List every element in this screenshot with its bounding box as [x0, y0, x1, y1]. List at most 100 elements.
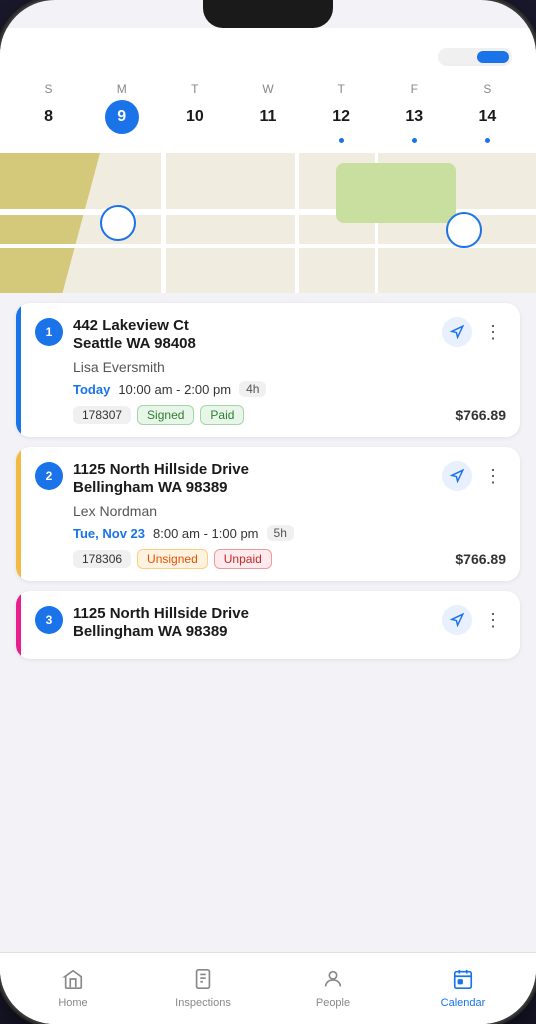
day-number: 14: [470, 100, 504, 134]
duration-badge: 5h: [267, 525, 294, 541]
day-event-dot: [485, 138, 490, 143]
day-item-12[interactable]: T 12: [319, 82, 363, 143]
map-pin-1[interactable]: [100, 205, 136, 241]
time-row: Tue, Nov 23 8:00 am - 1:00 pm 5h: [73, 525, 506, 541]
header: [0, 28, 536, 78]
day-item-14[interactable]: S 14: [465, 82, 509, 143]
phone-screen: S8M9T10W11T12F13S14 1442 Lakeview CtSeat…: [0, 0, 536, 1024]
address-group: 1 442 Lakeview CtSeattle WA 98408: [35, 317, 442, 353]
card-header-row: 3 1125 North Hillside DriveBellingham WA …: [35, 605, 506, 641]
agenda-toggle-button[interactable]: [477, 51, 509, 63]
day-item-11[interactable]: W11: [246, 82, 290, 143]
time-range: 10:00 am - 2:00 pm: [118, 382, 231, 397]
map-background: [0, 153, 536, 293]
navigate-button[interactable]: [442, 605, 472, 635]
nav-item-calendar[interactable]: Calendar: [433, 968, 493, 1009]
inspections-nav-label: Inspections: [175, 997, 231, 1009]
nav-item-inspections[interactable]: Inspections: [173, 968, 233, 1009]
badges-left: 178307 Signed Paid: [73, 405, 244, 425]
day-event-dot: [412, 138, 417, 143]
people-nav-icon: [322, 968, 344, 994]
navigate-button[interactable]: [442, 317, 472, 347]
home-nav-label: Home: [58, 997, 87, 1009]
day-item-10[interactable]: T 10: [173, 82, 217, 143]
screen-content: S8M9T10W11T12F13S14 1442 Lakeview CtSeat…: [0, 28, 536, 1024]
day-letter: S: [483, 82, 491, 96]
calendar-nav-label: Calendar: [441, 997, 486, 1009]
inspection-card[interactable]: 2 1125 North Hillside DriveBellingham WA …: [16, 447, 520, 581]
inspection-card[interactable]: 3 1125 North Hillside DriveBellingham WA …: [16, 591, 520, 659]
badges-row: 178307 Signed Paid $766.89: [73, 405, 506, 425]
people-nav-label: People: [316, 997, 350, 1009]
map-pin-2[interactable]: [446, 212, 482, 248]
address-line2: Seattle WA 98408: [73, 335, 442, 353]
day-letter: S: [45, 82, 53, 96]
view-toggle: [438, 48, 512, 66]
day-event-dot: [339, 138, 344, 143]
phone-shell: S8M9T10W11T12F13S14 1442 Lakeview CtSeat…: [0, 0, 536, 1024]
card-address: 1125 North Hillside DriveBellingham WA 9…: [73, 605, 442, 641]
calendar-toggle-button[interactable]: [441, 51, 473, 63]
nav-item-home[interactable]: Home: [43, 968, 103, 1009]
day-letter: M: [117, 82, 127, 96]
map-road-diagonal: [0, 153, 100, 293]
day-number: 13: [397, 100, 431, 134]
date-label: Today: [73, 382, 110, 397]
address-group: 3 1125 North Hillside DriveBellingham WA …: [35, 605, 442, 641]
status-badge: Signed: [137, 405, 194, 425]
home-nav-icon: [62, 968, 84, 994]
card-body: 2 1125 North Hillside DriveBellingham WA …: [21, 447, 520, 581]
day-number: 9: [105, 100, 139, 134]
day-number: 10: [178, 100, 212, 134]
location-pin-1: 1: [35, 318, 63, 346]
address-line1: 442 Lakeview Ct: [73, 317, 442, 335]
card-body: 1 442 Lakeview CtSeattle WA 98408 ⋮ Lisa Ev…: [21, 303, 520, 437]
badges-left: 178306UnsignedUnpaid: [73, 549, 272, 569]
payment-badge: Paid: [200, 405, 244, 425]
address-line1: 1125 North Hillside Drive: [73, 605, 442, 623]
map-road-v2: [295, 153, 299, 293]
inspection-card[interactable]: 1 442 Lakeview CtSeattle WA 98408 ⋮ Lisa Ev…: [16, 303, 520, 437]
navigate-button[interactable]: [442, 461, 472, 491]
more-options-button[interactable]: ⋮: [480, 608, 506, 633]
card-header-row: 2 1125 North Hillside DriveBellingham WA …: [35, 461, 506, 497]
map-area: [0, 153, 536, 293]
nav-item-people[interactable]: People: [303, 968, 363, 1009]
day-number: 12: [324, 100, 358, 134]
address-line2: Bellingham WA 98389: [73, 623, 442, 641]
date-label: Tue, Nov 23: [73, 526, 145, 541]
day-item-13[interactable]: F 13: [392, 82, 436, 143]
payment-badge: Unpaid: [214, 549, 272, 569]
card-header-row: 1 442 Lakeview CtSeattle WA 98408 ⋮: [35, 317, 506, 353]
day-item-9[interactable]: M9: [100, 82, 144, 143]
calendar-nav-icon: [452, 968, 474, 994]
location-pin-2: 2: [35, 462, 63, 490]
notch: [203, 0, 333, 28]
day-item-8[interactable]: S8: [27, 82, 71, 143]
price-label: $766.89: [455, 407, 506, 423]
id-badge: 178307: [73, 406, 131, 424]
card-address: 1125 North Hillside DriveBellingham WA 9…: [73, 461, 442, 497]
card-body: 3 1125 North Hillside DriveBellingham WA …: [21, 591, 520, 659]
week-strip: S8M9T10W11T12F13S14: [0, 78, 536, 153]
day-letter: T: [191, 82, 198, 96]
client-name: Lisa Eversmith: [73, 359, 506, 375]
address-group: 2 1125 North Hillside DriveBellingham WA …: [35, 461, 442, 497]
inspection-list: 1 442 Lakeview CtSeattle WA 98408 ⋮ Lisa Ev…: [0, 293, 536, 952]
day-letter: F: [411, 82, 418, 96]
time-range: 8:00 am - 1:00 pm: [153, 526, 259, 541]
inspections-nav-icon: [192, 968, 214, 994]
badges-row: 178306UnsignedUnpaid$766.89: [73, 549, 506, 569]
more-options-button[interactable]: ⋮: [480, 464, 506, 489]
card-actions: ⋮: [442, 461, 506, 491]
time-row: Today 10:00 am - 2:00 pm 4h: [73, 381, 506, 397]
duration-badge: 4h: [239, 381, 266, 397]
bottom-nav: Home Inspections People Calendar: [0, 952, 536, 1024]
more-options-button[interactable]: ⋮: [480, 320, 506, 345]
map-park: [336, 163, 456, 223]
map-road-v1: [161, 153, 166, 293]
card-actions: ⋮: [442, 605, 506, 635]
location-pin-3: 3: [35, 606, 63, 634]
day-letter: W: [262, 82, 273, 96]
day-letter: T: [337, 82, 344, 96]
